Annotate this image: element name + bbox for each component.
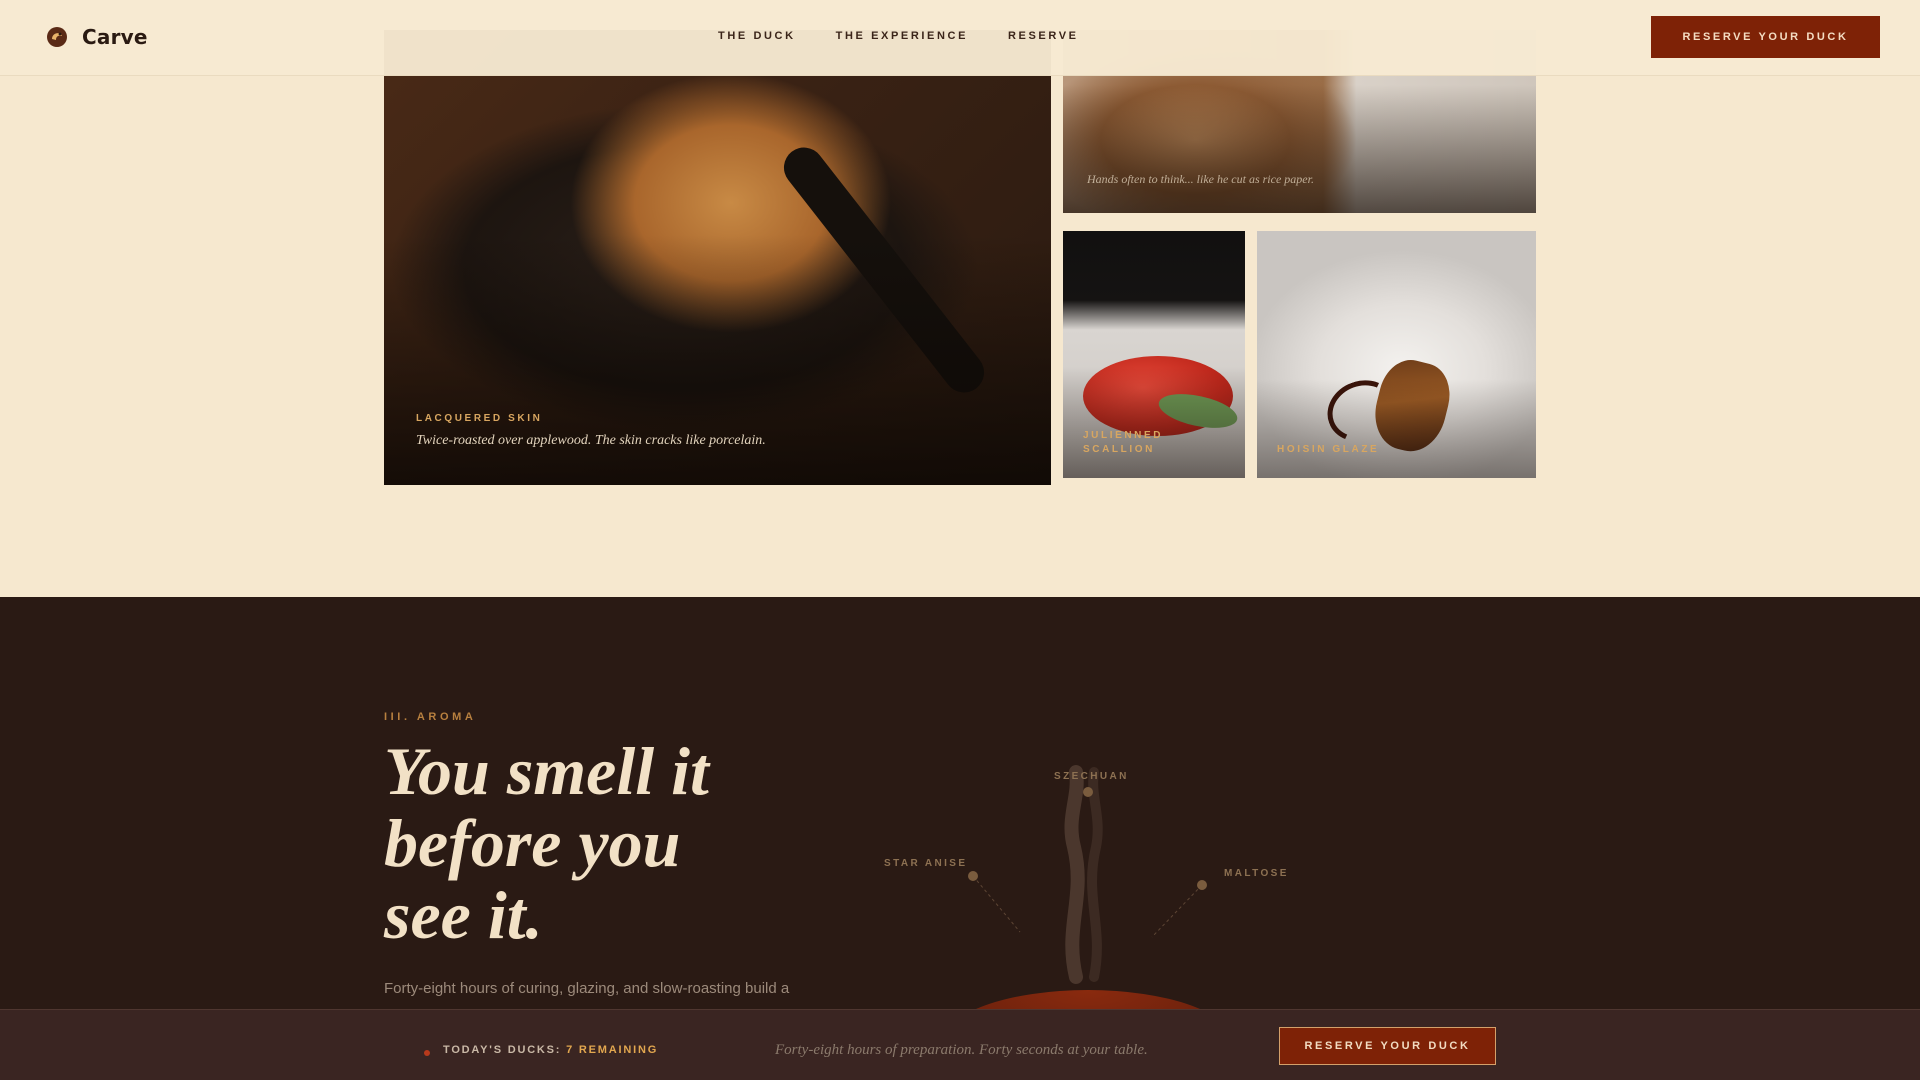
nav-item-the-experience[interactable]: THE EXPERIENCE — [836, 30, 968, 42]
gallery-card-hoisin-glaze: HOISIN GLAZE — [1257, 231, 1536, 478]
caption-label: LACQUERED SKIN — [416, 413, 543, 424]
brand-name: Carve — [82, 25, 148, 49]
section-headline: You smell it before you see it. — [384, 733, 709, 953]
remaining-count: 7 REMAINING — [566, 1044, 659, 1056]
note-label-szechuan: SZECHUAN — [1054, 771, 1129, 782]
nav-item-the-duck[interactable]: THE DUCK — [718, 30, 796, 42]
caption-text: Hands often to think... like he cut as r… — [1087, 172, 1314, 186]
note-label-maltose: MALTOSE — [1224, 868, 1289, 879]
connector-line — [1151, 884, 1203, 938]
aroma-diagram — [943, 765, 1233, 1080]
gallery-card-julienned-scallion: JULIENNED SCALLION — [1063, 231, 1245, 478]
status-indicator-icon — [424, 1050, 430, 1056]
note-dot-szechuan — [1083, 787, 1093, 797]
sticky-reservation-bar: TODAY'S DUCKS: 7 REMAINING Forty-eight h… — [0, 1009, 1920, 1080]
caption-label: JULIENNED SCALLION — [1083, 430, 1164, 455]
connector-line — [972, 875, 1021, 933]
section-body: Forty-eight hours of curing, glazing, an… — [384, 980, 790, 997]
reserve-your-duck-button[interactable]: RESERVE YOUR DUCK — [1651, 16, 1880, 58]
steam-wisp — [1064, 765, 1085, 984]
nav-item-reserve[interactable]: RESERVE — [1008, 30, 1079, 42]
bar-tagline: Forty-eight hours of preparation. Forty … — [775, 1042, 1148, 1058]
main-nav: THE DUCK THE EXPERIENCE RESERVE — [718, 30, 1079, 42]
steam-wisp — [1087, 767, 1103, 982]
reserve-your-duck-bar-button[interactable]: RESERVE YOUR DUCK — [1279, 1027, 1496, 1065]
section-eyebrow: III. AROMA — [384, 711, 477, 723]
duck-logo-icon — [47, 27, 67, 47]
note-dot-maltose — [1197, 880, 1207, 890]
note-label-star-anise: STAR ANISE — [884, 858, 968, 869]
note-dot-star-anise — [968, 871, 978, 881]
availability-status: TODAY'S DUCKS: 7 REMAINING — [443, 1044, 659, 1056]
brand-logo[interactable]: Carve — [46, 25, 148, 49]
caption-text: Twice-roasted over applewood. The skin c… — [416, 433, 766, 448]
site-header: Carve THE DUCK THE EXPERIENCE RESERVE RE… — [0, 0, 1920, 76]
caption-label: HOISIN GLAZE — [1277, 444, 1380, 455]
gallery-card-lacquered-skin: LACQUERED SKIN Twice-roasted over applew… — [384, 30, 1051, 485]
aroma-section: III. AROMA You smell it before you see i… — [0, 597, 1920, 1080]
